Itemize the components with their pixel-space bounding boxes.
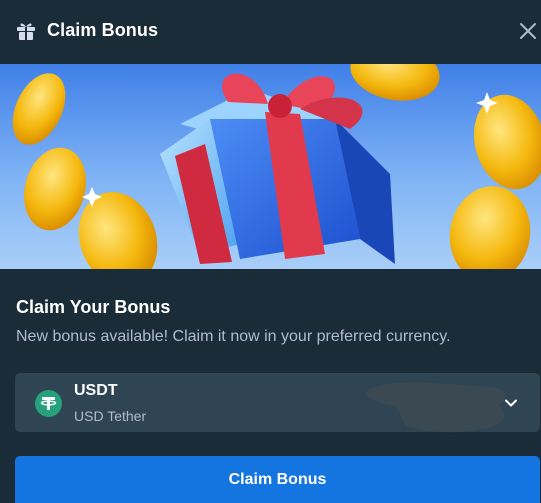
- claim-bonus-button[interactable]: Claim Bonus: [15, 456, 540, 503]
- tether-icon: [35, 390, 62, 417]
- bonus-description: New bonus available! Claim it now in you…: [16, 328, 451, 345]
- close-icon[interactable]: [518, 21, 538, 41]
- currency-select[interactable]: USDT USD Tether: [15, 373, 540, 433]
- modal-header: Claim Bonus: [0, 0, 541, 64]
- gift-box-and-coins-illustration: [0, 64, 541, 269]
- bonus-banner-image: [0, 64, 541, 269]
- gift-icon: [17, 23, 35, 40]
- claim-your-bonus-heading: Claim Your Bonus: [16, 297, 171, 317]
- redacted-area: [366, 382, 506, 433]
- modal-title: Claim Bonus: [47, 20, 159, 40]
- currency-name: USD Tether: [74, 408, 147, 424]
- chevron-down-icon: [505, 399, 517, 407]
- currency-code: USDT: [74, 382, 118, 399]
- claim-bonus-button-label: Claim Bonus: [228, 471, 327, 488]
